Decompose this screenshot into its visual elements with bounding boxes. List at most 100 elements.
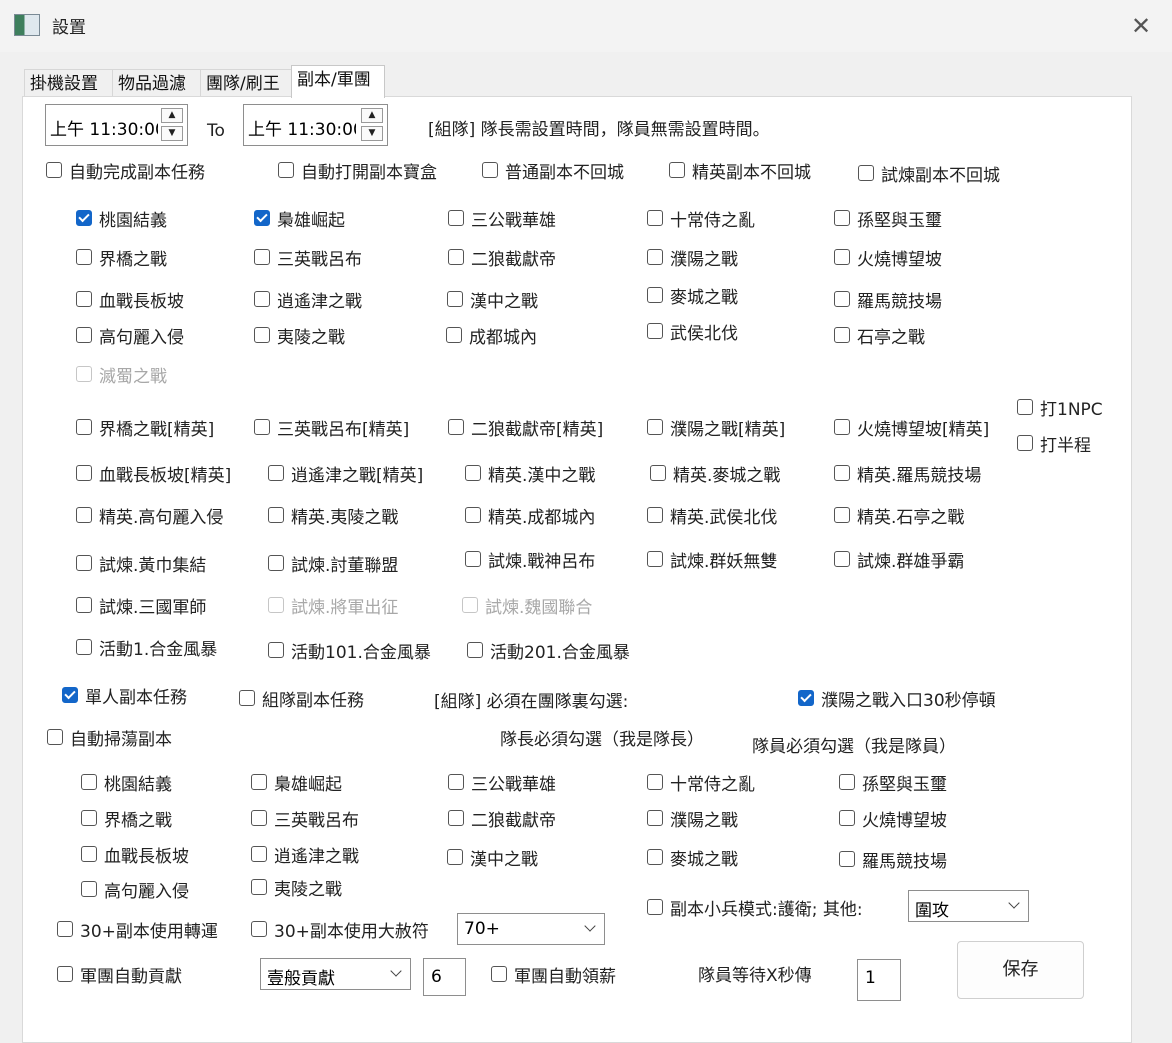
elite-no-return-checkbox[interactable]: 精英副本不回城 — [669, 157, 811, 183]
spin-up-icon[interactable]: ▲ — [161, 108, 183, 123]
elite-roma-checkbox[interactable]: 精英.羅馬競技場 — [834, 460, 981, 486]
checkbox-label: 桃園結義 — [104, 774, 172, 795]
tab-idle-settings[interactable]: 掛機設置 — [24, 69, 113, 97]
save-button[interactable]: 保存 — [957, 941, 1084, 999]
elite-wuhou-checkbox[interactable]: 精英.武侯北伐 — [647, 502, 777, 528]
elite-jieqiao-checkbox[interactable]: 界橋之戰[精英] — [76, 414, 214, 440]
sweep-jieqiao-checkbox[interactable]: 界橋之戰 — [81, 805, 172, 831]
trial-qunyao-checkbox[interactable]: 試煉.群妖無雙 — [647, 546, 777, 572]
dungeon-sanying-checkbox[interactable]: 三英戰呂布 — [254, 244, 362, 270]
dungeon-xiaoxiong-checkbox[interactable]: 梟雄崛起 — [254, 205, 345, 231]
sweep-changban-checkbox[interactable]: 血戰長板坡 — [81, 841, 189, 867]
use-transport-checkbox[interactable]: 30+副本使用轉運 — [57, 916, 218, 942]
elite-changban-checkbox[interactable]: 血戰長板坡[精英] — [76, 460, 231, 486]
auto-sweep-checkbox[interactable]: 自動掃蕩副本 — [47, 724, 172, 750]
contribute-select[interactable]: 壹般貢獻 — [260, 958, 411, 990]
trial-zhanshen-checkbox[interactable]: 試煉.戰神呂布 — [465, 546, 595, 572]
dungeon-taoyuan-checkbox[interactable]: 桃園結義 — [76, 205, 167, 231]
sweep-taoyuan-checkbox[interactable]: 桃園結義 — [81, 769, 172, 795]
dungeon-bowang-checkbox[interactable]: 火燒博望坡 — [834, 244, 942, 270]
checkbox-label: 組隊副本任務 — [262, 690, 364, 711]
elite-sanying-checkbox[interactable]: 三英戰呂布[精英] — [254, 414, 409, 440]
auto-open-chest-checkbox[interactable]: 自動打開副本寶盒 — [278, 157, 437, 183]
hit-half-checkbox[interactable]: 打半程 — [1017, 430, 1091, 456]
event-201-checkbox[interactable]: 活動201.合金風暴 — [467, 637, 630, 663]
use-pardon-checkbox[interactable]: 30+副本使用大赦符 — [251, 916, 429, 942]
sweep-maicheng-checkbox[interactable]: 麥城之戰 — [647, 844, 738, 870]
team-quest-checkbox[interactable]: 組隊副本任務 — [239, 685, 364, 711]
auto-complete-quest-checkbox[interactable]: 自動完成副本任務 — [46, 157, 205, 183]
dungeon-roma-checkbox[interactable]: 羅馬競技場 — [834, 286, 942, 312]
checkbox-label: 武侯北伐 — [670, 323, 738, 344]
sweep-goguryeo-checkbox[interactable]: 高句麗入侵 — [81, 876, 189, 902]
trial-no-return-checkbox[interactable]: 試煉副本不回城 — [858, 160, 1000, 186]
sweep-hanzhong-checkbox[interactable]: 漢中之戰 — [447, 844, 538, 870]
spin-up-icon[interactable]: ▲ — [361, 108, 383, 123]
spin-down-icon[interactable]: ▼ — [361, 126, 383, 141]
sweep-shichangshi-checkbox[interactable]: 十常侍之亂 — [647, 769, 755, 795]
dungeon-changban-checkbox[interactable]: 血戰長板坡 — [76, 286, 184, 312]
dungeon-jieqiao-checkbox[interactable]: 界橋之戰 — [76, 244, 167, 270]
sweep-sangong-checkbox[interactable]: 三公戰華雄 — [448, 769, 556, 795]
event-1-checkbox[interactable]: 活動1.合金風暴 — [76, 634, 217, 660]
event-101-checkbox[interactable]: 活動101.合金風暴 — [268, 637, 431, 663]
dungeon-xiaoyao-checkbox[interactable]: 逍遙津之戰 — [254, 286, 362, 312]
elite-xiaoyao-checkbox[interactable]: 逍遙津之戰[精英] — [268, 460, 423, 486]
elite-chengdu-checkbox[interactable]: 精英.成都城內 — [465, 502, 595, 528]
start-time-picker[interactable]: 上午 11:30:00 ▲ ▼ — [45, 104, 188, 146]
trial-junshi-checkbox[interactable]: 試煉.三國軍師 — [76, 592, 206, 618]
normal-no-return-checkbox[interactable]: 普通副本不回城 — [482, 157, 624, 183]
dungeon-maicheng-checkbox[interactable]: 麥城之戰 — [647, 282, 738, 308]
start-time-value: 上午 11:30:00 — [50, 120, 158, 140]
elite-erlang-checkbox[interactable]: 二狼截獻帝[精英] — [448, 414, 603, 440]
tab-team-boss[interactable]: 團隊/刷王 — [200, 69, 292, 97]
level-select[interactable]: 70+ — [457, 913, 605, 945]
elite-puyang-checkbox[interactable]: 濮陽之戰[精英] — [647, 414, 785, 440]
soldier-mode-checkbox[interactable]: 副本小兵模式:護衛; 其他: — [647, 894, 863, 920]
dungeon-puyang-checkbox[interactable]: 濮陽之戰 — [647, 244, 738, 270]
dungeon-hanzhong-checkbox[interactable]: 漢中之戰 — [447, 286, 538, 312]
contribute-count-input[interactable]: 6 — [423, 958, 466, 996]
wait-seconds-input[interactable]: 1 — [857, 959, 901, 1001]
legion-salary-checkbox[interactable]: 軍團自動領薪 — [491, 961, 616, 987]
dungeon-wuhou-checkbox[interactable]: 武侯北伐 — [647, 318, 738, 344]
sweep-xiaoyao-checkbox[interactable]: 逍遙津之戰 — [251, 841, 359, 867]
dungeon-yiling-checkbox[interactable]: 夷陵之戰 — [254, 322, 345, 348]
elite-yiling-checkbox[interactable]: 精英.夷陵之戰 — [268, 502, 398, 528]
sweep-sunjian-checkbox[interactable]: 孫堅與玉璽 — [839, 769, 947, 795]
dungeon-erlang-checkbox[interactable]: 二狼截獻帝 — [448, 244, 556, 270]
tab-item-filter[interactable]: 物品過濾 — [112, 69, 201, 97]
dungeon-shichangshi-checkbox[interactable]: 十常侍之亂 — [647, 205, 755, 231]
soldier-mode-select[interactable]: 圍攻 — [908, 890, 1029, 922]
trial-qunxiong-checkbox[interactable]: 試煉.群雄爭霸 — [834, 546, 964, 572]
dungeon-chengdu-checkbox[interactable]: 成都城內 — [446, 322, 537, 348]
tab-dungeon-legion[interactable]: 副本/軍團 — [291, 65, 385, 98]
dungeon-shiting-checkbox[interactable]: 石亭之戰 — [834, 322, 925, 348]
trial-huangjin-checkbox[interactable]: 試煉.黃巾集結 — [76, 550, 206, 576]
puyang-pause-checkbox[interactable]: 濮陽之戰入口30秒停頓 — [798, 685, 996, 711]
checkbox-label: 三公戰華雄 — [471, 774, 556, 795]
single-quest-checkbox[interactable]: 單人副本任務 — [62, 682, 187, 708]
sweep-puyang-checkbox[interactable]: 濮陽之戰 — [647, 805, 738, 831]
end-time-picker[interactable]: 上午 11:30:00 ▲ ▼ — [243, 104, 388, 146]
dungeon-sunjian-checkbox[interactable]: 孫堅與玉璽 — [834, 205, 942, 231]
hit-1npc-checkbox[interactable]: 打1NPC — [1017, 394, 1103, 420]
checkbox-label: 精英.漢中之戰 — [488, 465, 596, 486]
sweep-roma-checkbox[interactable]: 羅馬競技場 — [839, 846, 947, 872]
dungeon-goguryeo-checkbox[interactable]: 高句麗入侵 — [76, 322, 184, 348]
sweep-yiling-checkbox[interactable]: 夷陵之戰 — [251, 874, 342, 900]
elite-maicheng-checkbox[interactable]: 精英.麥城之戰 — [650, 460, 780, 486]
elite-bowang-checkbox[interactable]: 火燒博望坡[精英] — [834, 414, 989, 440]
sweep-xiaoxiong-checkbox[interactable]: 梟雄崛起 — [251, 769, 342, 795]
elite-goguryeo-checkbox[interactable]: 精英.高句麗入侵 — [76, 502, 223, 528]
dungeon-sangong-checkbox[interactable]: 三公戰華雄 — [448, 205, 556, 231]
legion-contribute-checkbox[interactable]: 軍團自動貢獻 — [57, 961, 182, 987]
elite-hanzhong-checkbox[interactable]: 精英.漢中之戰 — [465, 460, 595, 486]
sweep-bowang-checkbox[interactable]: 火燒博望坡 — [839, 805, 947, 831]
sweep-sanying-checkbox[interactable]: 三英戰呂布 — [251, 805, 359, 831]
elite-shiting-checkbox[interactable]: 精英.石亭之戰 — [834, 502, 964, 528]
trial-taodong-checkbox[interactable]: 試煉.討董聯盟 — [268, 550, 398, 576]
spin-down-icon[interactable]: ▼ — [161, 126, 183, 141]
close-icon[interactable]: ✕ — [1127, 12, 1155, 40]
sweep-erlang-checkbox[interactable]: 二狼截獻帝 — [448, 805, 556, 831]
